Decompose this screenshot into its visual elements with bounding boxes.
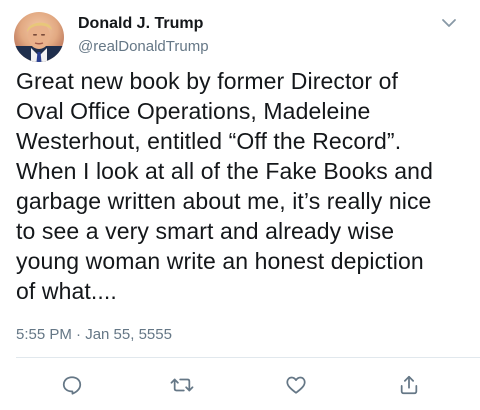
like-button[interactable] [283, 372, 309, 398]
share-icon [400, 375, 418, 395]
reply-icon [62, 376, 82, 395]
author-handle[interactable]: @realDonaldTrump [78, 37, 209, 57]
tweet-menu-button[interactable] [440, 16, 458, 30]
share-button[interactable] [396, 372, 422, 398]
tweet-actions [0, 372, 480, 398]
tweet-text: Great new book by former Director of Ova… [16, 68, 433, 304]
tweet-card: Donald J. Trump @realDonaldTrump Great n… [0, 0, 480, 410]
reply-button[interactable] [59, 372, 85, 398]
author-block: Donald J. Trump @realDonaldTrump [78, 14, 209, 57]
avatar[interactable] [14, 12, 64, 62]
retweet-button[interactable] [169, 372, 195, 398]
heart-icon [286, 376, 306, 394]
chevron-down-icon [442, 19, 456, 27]
divider [16, 357, 480, 358]
author-display-name[interactable]: Donald J. Trump [78, 14, 209, 34]
tweet-timestamp[interactable]: 5:55 PM · Jan 55, 5555 [16, 325, 172, 345]
retweet-icon [170, 378, 194, 392]
profile-photo-icon [14, 22, 64, 62]
